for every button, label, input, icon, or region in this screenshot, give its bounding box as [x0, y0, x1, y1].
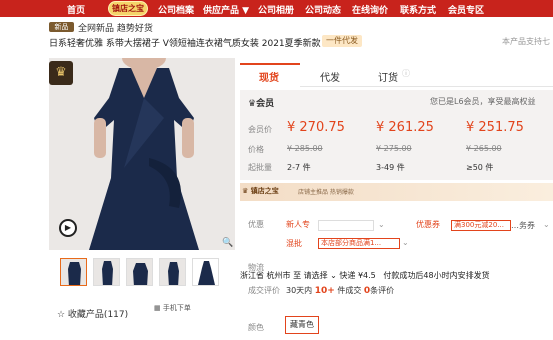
thumbnail-2[interactable] — [93, 258, 120, 286]
coupon-box[interactable]: 满300元减20... — [451, 220, 511, 231]
mobile-order-link[interactable]: ▦ 手机下单 — [154, 303, 191, 313]
nav-item-member[interactable]: 会员专区 — [448, 3, 484, 16]
nav-item-news[interactable]: 公司动态 — [305, 3, 341, 16]
shop-treasure-logo: ♛ 镇店之宝 — [242, 187, 279, 195]
member-label: ♛会员 — [248, 99, 275, 109]
old-price-3: ¥ 265.00 — [466, 144, 502, 153]
new-product-tag: 新品 — [49, 22, 74, 32]
shop-treasure-bar[interactable] — [240, 183, 553, 201]
crown-icon: ♛ — [49, 61, 73, 85]
shipping-promise: 付款成功后48小时内安排发货 — [383, 271, 490, 280]
member-price-label: 会员价 — [248, 125, 272, 134]
zoom-icon[interactable]: 🔍 — [222, 238, 233, 248]
coupon-suffix: …务券 — [511, 221, 535, 230]
member-price-3: ¥ 251.75 — [466, 120, 524, 135]
qty-tier-3: ≥50 件 — [466, 163, 494, 172]
nav-item-products[interactable]: 供应产品 ▼ — [203, 3, 249, 16]
product-main-image[interactable] — [49, 58, 235, 250]
mix-batch-box[interactable]: 本店部分商品满1... — [318, 238, 400, 249]
nav-item-contact[interactable]: 联系方式 — [400, 3, 436, 16]
chevron-down-icon[interactable]: ⌄ — [543, 220, 550, 229]
top-nav: 首页 镇店之宝 公司档案 供应产品 ▼ 公司相册 公司动态 在线询价 联系方式 … — [0, 0, 553, 17]
thumbnail-1[interactable] — [60, 258, 87, 286]
favorite-button[interactable]: ☆ 收藏产品(117) — [57, 307, 128, 320]
slogan: 全网新品 趋势好货 — [78, 24, 153, 34]
nav-badge-treasure[interactable]: 镇店之宝 — [108, 1, 148, 16]
shipping-info[interactable]: 浙江省 杭州市 至 请选择 ⌄ 快递 ¥4.5 付款成功后48小时内安排发货 — [240, 270, 490, 281]
color-option-navy[interactable]: 藏青色 — [285, 316, 319, 334]
nav-item-inquiry[interactable]: 在线询价 — [352, 3, 388, 16]
member-price-1: ¥ 270.75 — [287, 120, 345, 135]
price-label: 价格 — [248, 145, 264, 154]
info-icon[interactable]: ⓘ — [402, 68, 410, 79]
coupon-label[interactable]: 优惠券 — [416, 219, 440, 230]
promo-label: 优惠 — [248, 220, 264, 229]
play-video-icon[interactable]: ▶ — [59, 219, 77, 237]
sales-review-label: 成交评价 — [248, 286, 280, 295]
sales-summary: 30天内 10+ 件成交 0条评价 — [286, 286, 395, 296]
thumbnail-3[interactable] — [126, 258, 153, 286]
mix-batch-label[interactable]: 混批 — [286, 238, 302, 249]
color-label: 颜色 — [248, 323, 264, 332]
nav-item-album[interactable]: 公司相册 — [258, 3, 294, 16]
shipping-route: 浙江省 杭州市 至 请选择 ⌄ 快递 ¥4.5 — [240, 271, 376, 280]
crown-small-icon: ♛ — [248, 99, 257, 109]
old-price-2: ¥ 275.00 — [376, 144, 412, 153]
product-title: 日系轻奢优雅 系带大摆裙子 V领短袖连衣裙气质女装 2021夏季新款 — [49, 39, 321, 49]
thumbnail-5[interactable] — [192, 258, 219, 286]
qty-tier-1: 2-7 件 — [287, 163, 311, 172]
tab-dropship[interactable]: 代发 — [320, 69, 340, 84]
dress-illustration — [49, 58, 235, 250]
new-user-tag[interactable]: 新人专 — [286, 219, 310, 230]
mobile-order-label: 手机下单 — [162, 304, 191, 312]
support-note: 本产品支持七 — [502, 37, 550, 46]
nav-item-home[interactable]: 首页 — [67, 3, 85, 16]
min-qty-label: 起批量 — [248, 163, 272, 172]
crown-shop-icon: ♛ — [242, 187, 251, 195]
thumbnail-strip — [60, 258, 225, 288]
old-price-1: ¥ 285.00 — [287, 144, 323, 153]
nav-item-profile[interactable]: 公司档案 — [158, 3, 194, 16]
new-user-box[interactable] — [318, 220, 374, 231]
member-price-2: ¥ 261.25 — [376, 120, 434, 135]
member-note: 您已是L6会员，享受最高权益 — [430, 97, 536, 106]
dropship-badge: 一件代发 — [322, 35, 362, 47]
shop-treasure-text: 店铺主推品 热销爆款 — [298, 189, 354, 196]
tab-in-stock[interactable]: 现货 — [259, 69, 279, 84]
chevron-down-icon[interactable]: ⌄ — [402, 238, 409, 247]
thumbnail-4[interactable] — [159, 258, 186, 286]
qty-tier-2: 3-49 件 — [376, 163, 405, 172]
chevron-down-icon[interactable]: ⌄ — [378, 220, 385, 229]
tab-preorder[interactable]: 订货 — [378, 69, 398, 84]
qr-icon: ▦ — [154, 304, 163, 312]
